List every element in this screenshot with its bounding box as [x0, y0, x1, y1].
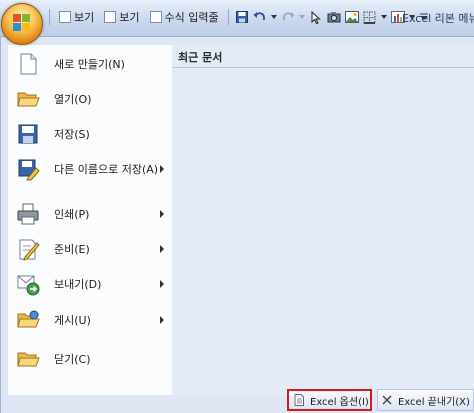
menu-item-save-label: 저장(S): [54, 128, 90, 141]
submenu-arrow-icon: [160, 316, 164, 324]
formula-bar-checkbox[interactable]: 수식 입력줄: [146, 9, 223, 25]
close-folder-icon: [16, 347, 40, 371]
excel-options-button[interactable]: Excel 옵션(I): [287, 389, 372, 411]
close-x-icon: [381, 394, 393, 406]
publish-icon: [16, 308, 40, 332]
menu-item-print-label: 인쇄(P): [54, 208, 90, 221]
menu-item-save-as[interactable]: 다른 이름으로 저장(A): [8, 152, 172, 186]
separator: [49, 9, 50, 25]
office-button[interactable]: [1, 3, 43, 45]
menu-item-open-label: 열기(O): [54, 93, 92, 106]
checkbox-icon[interactable]: [59, 11, 71, 23]
window-title: Excel 리본 메뉴: [402, 12, 474, 25]
menu-item-save[interactable]: 저장(S): [8, 117, 172, 151]
menu-item-print[interactable]: 인쇄(P): [8, 197, 172, 231]
menu-item-new-label: 새로 만들기(N): [54, 58, 125, 71]
save-as-icon: [16, 157, 40, 181]
menu-item-publish[interactable]: 게시(U): [8, 303, 172, 337]
dropdown-arrow-icon[interactable]: [270, 9, 278, 25]
undo-icon[interactable]: [252, 9, 268, 25]
menu-item-prepare-label: 준비(E): [54, 243, 90, 256]
open-folder-icon: [16, 87, 40, 111]
recent-documents-title: 최근 문서: [178, 51, 223, 64]
view-checkbox-2[interactable]: 보기: [100, 9, 143, 25]
menu-item-send[interactable]: 보내기(D): [8, 267, 172, 301]
redo-icon[interactable]: [280, 9, 296, 25]
camera-icon[interactable]: [326, 9, 342, 25]
checkbox-icon[interactable]: [104, 11, 117, 23]
exit-excel-button[interactable]: Excel 끝내기(X): [377, 389, 474, 411]
office-menu-panel: 새로 만들기(N) 열기(O) 저장(S) 다른 이름으로 저장(A) 인쇄(P…: [0, 37, 474, 413]
submenu-arrow-icon: [160, 165, 164, 173]
formula-bar-checkbox-label: 수식 입력줄: [164, 11, 219, 24]
menu-item-prepare[interactable]: 준비(E): [8, 232, 172, 266]
menu-item-new[interactable]: 새로 만들기(N): [8, 47, 172, 81]
submenu-arrow-icon: [160, 245, 164, 253]
border-icon[interactable]: [362, 9, 378, 25]
quick-access-row: 보기 보기 수식 입력줄: [46, 7, 430, 27]
view-checkbox-2-label: 보기: [119, 11, 140, 24]
excel-options-label: Excel 옵션(I): [310, 396, 369, 408]
checkbox-icon[interactable]: [149, 11, 162, 23]
view-checkbox-1[interactable]: 보기: [55, 9, 98, 25]
exit-excel-label: Excel 끝내기(X): [398, 396, 470, 408]
office-logo-icon: [13, 14, 31, 32]
submenu-arrow-icon: [160, 280, 164, 288]
menu-item-close-label: 닫기(C): [54, 353, 91, 366]
view-checkbox-1-label: 보기: [74, 11, 95, 24]
dropdown-arrow-icon[interactable]: [380, 9, 388, 25]
prepare-icon: [16, 237, 40, 261]
separator: [227, 9, 229, 25]
printer-icon: [16, 202, 40, 226]
save-icon[interactable]: [234, 9, 250, 25]
pointer-icon[interactable]: [308, 9, 324, 25]
office-menu-list: 새로 만들기(N) 열기(O) 저장(S) 다른 이름으로 저장(A) 인쇄(P…: [8, 45, 173, 395]
menu-item-publish-label: 게시(U): [54, 314, 91, 327]
picture-icon[interactable]: [344, 9, 360, 25]
menu-item-save-as-label: 다른 이름으로 저장(A): [54, 163, 159, 176]
menu-item-send-label: 보내기(D): [54, 278, 102, 291]
submenu-arrow-icon: [160, 210, 164, 218]
recent-documents-pane: 최근 문서: [172, 45, 474, 395]
send-icon: [16, 272, 40, 296]
save-disk-icon: [16, 122, 40, 146]
options-document-icon: [293, 394, 305, 406]
dropdown-arrow-icon[interactable]: [298, 9, 306, 25]
divider: [172, 67, 474, 68]
quick-access-toolbar: 보기 보기 수식 입력줄 Excel 리본 메뉴: [0, 0, 474, 37]
new-document-icon: [16, 52, 40, 76]
menu-item-close[interactable]: 닫기(C): [8, 342, 172, 376]
menu-item-open[interactable]: 열기(O): [8, 82, 172, 116]
